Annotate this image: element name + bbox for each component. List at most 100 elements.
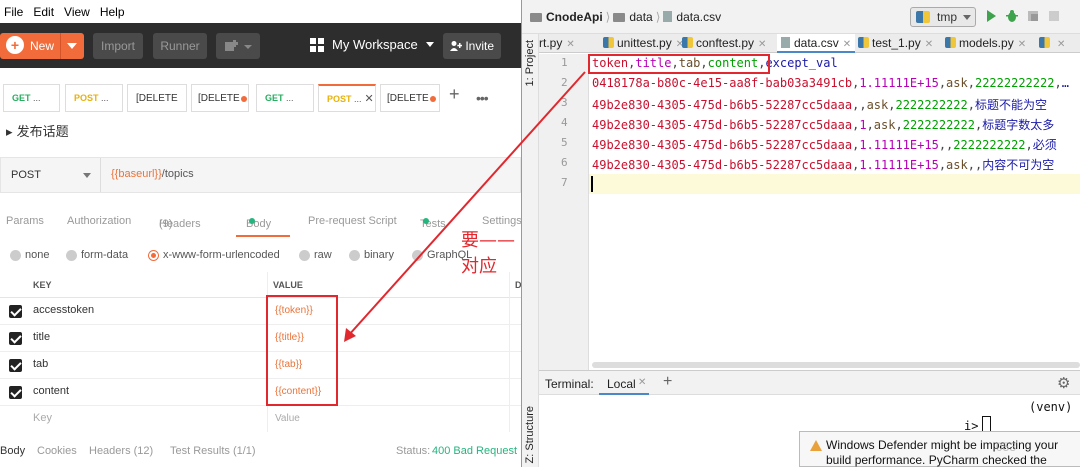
table-row: accesstoken {{token}} [0,298,521,325]
python-file-icon [858,37,869,48]
radio-none[interactable] [10,250,21,261]
new-window-icon [225,40,252,51]
radio-form-data[interactable] [66,250,77,261]
divider [60,33,61,59]
tab-authorization[interactable]: Authorization [67,215,131,227]
checkbox[interactable] [9,359,22,372]
stop-icon[interactable] [1047,9,1061,23]
request-tab[interactable]: [DELETE [380,84,440,112]
horizontal-scrollbar[interactable] [592,362,1080,368]
editor-tab[interactable]: models.py ✕ [945,34,1026,53]
new-window-button[interactable] [216,33,260,59]
response-tab-test-results[interactable]: Test Results (1/1) [170,445,256,457]
request-options-tabs: Params Authorization Headers (9) Body Pr… [6,215,521,230]
request-tab[interactable]: GET ... [3,84,60,112]
response-tab-body[interactable]: Body [0,445,25,457]
close-icon[interactable]: ✕ [365,93,374,105]
close-icon[interactable]: ✕ [638,377,646,388]
request-tab[interactable]: GET ... [256,84,314,112]
project-tool-button[interactable]: 1: Project [524,40,536,86]
body-type-selector: none form-data x-www-form-urlencoded raw… [0,248,521,264]
text-cursor [591,176,593,192]
code-editor[interactable]: token,title,tab,content,except_val 04181… [588,54,1080,370]
key-placeholder[interactable]: Key [33,412,52,424]
invite-button[interactable]: Invite [443,33,501,59]
editor-tab[interactable]: rt.py ✕ [539,34,575,53]
gear-icon[interactable]: ⚙ [1057,374,1070,392]
status-badge: 400 Bad Request [432,445,518,457]
structure-tool-button[interactable]: Z: Structure [524,406,536,463]
debug-icon[interactable] [1005,9,1019,23]
breadcrumb-project[interactable]: CnodeApi [546,10,603,24]
line-number: 1 [561,56,568,69]
radio-binary[interactable] [349,250,360,261]
runner-button[interactable]: Runner [153,33,207,59]
response-tab-cookies[interactable]: Cookies [37,445,77,457]
menu-help[interactable]: Help [100,5,125,19]
workspace-label: My Workspace [332,37,418,52]
editor-tab[interactable]: test_1.py ✕ [858,34,933,53]
chevron-down-icon[interactable] [67,43,77,49]
radio-x-www-form-urlencoded[interactable] [148,250,159,261]
coverage-icon[interactable] [1026,9,1040,23]
workspace-selector[interactable]: My Workspace [310,37,434,52]
menu-edit[interactable]: Edit [33,5,54,19]
editor-tab-active[interactable]: data.csv ✕ [777,34,856,53]
checkbox[interactable] [9,386,22,399]
menu-view[interactable]: View [64,5,90,19]
workspace-grid-icon [310,37,324,52]
column-header-key: KEY [33,280,52,290]
url-path: /topics [161,168,194,180]
navigation-bar: CnodeApi ⟩ data ⟩ data.csv tmp [522,0,1080,34]
new-label: New [30,39,55,53]
table-row: content {{content}} [0,379,521,406]
row-key[interactable]: accesstoken [33,304,94,316]
request-tab[interactable]: [DELETE [191,84,249,112]
add-terminal-button[interactable]: + [663,373,672,391]
editor-tab[interactable]: unittest.py ✕ [603,34,684,53]
menu-file[interactable]: File [4,5,23,19]
request-tab[interactable]: POST ... [65,84,123,112]
method-select[interactable]: POST [1,158,101,192]
row-key[interactable]: title [33,331,50,343]
checkbox[interactable] [9,332,22,345]
table-row-empty: Key Value [0,406,521,433]
method-label: POST [11,169,41,181]
request-title[interactable]: ▸ 发布话题 [6,121,69,140]
breadcrumb: CnodeApi ⟩ data ⟩ data.csv [530,10,721,24]
response-tab-headers[interactable]: Headers (12) [89,445,153,457]
file-icon [663,11,673,22]
request-tab[interactable]: [DELETE [127,84,187,112]
add-tab-button[interactable]: + [449,84,460,105]
value-placeholder[interactable]: Value [275,413,300,424]
chevron-down-icon [83,173,91,178]
url-variable: {{baseurl}} [111,168,162,180]
csv-line: 49b2e830-4305-475d-b6b5-52287cc5daaa,1,a… [592,118,1055,132]
url-input[interactable]: {{baseurl}}/topics [111,168,194,180]
plus-icon: + [6,36,24,54]
notification-balloon[interactable]: Windows Defender might be impacting your… [799,431,1080,467]
radio-raw[interactable] [299,250,310,261]
tab-params[interactable]: Params [6,215,44,227]
tab-pre-request-script[interactable]: Pre-request Script [308,215,397,227]
csv-line: 49b2e830-4305-475d-b6b5-52287cc5daaa,1.1… [592,158,1055,172]
editor-tab[interactable]: ✕ [1039,34,1065,53]
checkbox[interactable] [9,305,22,318]
editor-tab[interactable]: conftest.py ✕ [682,34,766,53]
warning-icon [810,440,822,451]
radio-graphql[interactable] [412,250,423,261]
request-tab-active[interactable]: POST ... ✕ [318,84,376,112]
run-icon[interactable] [984,9,998,23]
run-config-select[interactable]: tmp [910,7,976,27]
row-key[interactable]: content [33,385,69,397]
terminal-tab-label[interactable]: Local [607,377,636,391]
notification-text: Windows Defender might be impacting your [826,438,1059,452]
import-button[interactable]: Import [93,33,143,59]
new-button[interactable]: + New [0,33,84,59]
breadcrumb-file[interactable]: data.csv [676,10,721,24]
postman-toolbar: + New Import Runner My Workspace Invite [0,23,521,68]
more-tabs-button[interactable]: ••• [476,90,489,106]
breadcrumb-folder[interactable]: data [629,10,652,24]
url-bar: POST {{baseurl}}/topics [0,157,521,193]
row-key[interactable]: tab [33,358,48,370]
